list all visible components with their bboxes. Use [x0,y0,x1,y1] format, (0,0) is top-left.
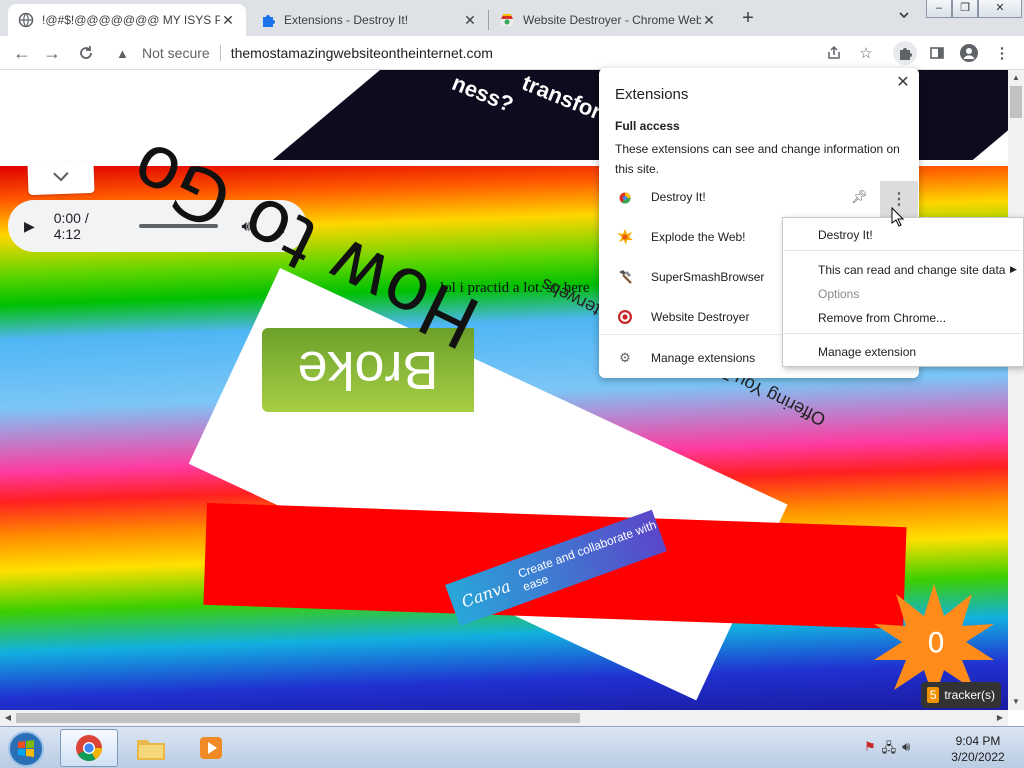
kebab-menu-icon[interactable]: ⋮ [990,41,1014,65]
new-tab-button[interactable]: + [737,7,759,29]
volume-icon[interactable]: 🔊︎ [902,739,910,761]
extensions-title: Extensions [615,86,689,103]
action-center-flag-icon[interactable]: ⚑ [864,739,876,761]
audio-time: 0:00 / 4:12 [53,210,89,242]
scroll-right-arrow-icon[interactable]: ▶ [992,710,1008,726]
tab-my-isys[interactable]: !@#$!@@@@@@@ MY ISYS PR ✕ [8,4,246,36]
forward-arrow-icon[interactable]: → [40,41,64,65]
context-menu-item-manage[interactable]: Manage extension [818,345,916,359]
minimize-button[interactable]: – [926,0,952,18]
extension-name: Website Destroyer [651,310,750,324]
globe-icon [18,12,34,28]
extension-name: SuperSmashBrowser [651,270,765,284]
system-tray: ⚑ 🖧︎ 🔊︎ [864,739,910,761]
tab-website-destroyer[interactable]: Website Destroyer - Chrome Web ✕ [489,4,727,36]
share-icon[interactable] [822,41,846,65]
scroll-thumb[interactable] [16,713,580,723]
address-bar[interactable]: ▲ Not secure themostamazingwebsiteonthei… [106,40,856,66]
close-window-button[interactable]: ✕ [978,0,1022,18]
folder-icon [137,740,165,760]
media-player-taskbar-button[interactable] [182,729,240,767]
extension-name: Explode the Web! [651,230,746,244]
network-icon[interactable]: 🖧︎ [882,739,897,761]
tracker-badge[interactable]: 5 tracker(s) [921,682,1001,708]
extension-context-menu: Destroy It! This can read and change sit… [782,217,1024,367]
scroll-thumb[interactable] [1010,86,1022,118]
divider [784,250,1022,251]
canva-logo: Canva [458,575,513,612]
tab-strip: !@#$!@@@@@@@ MY ISYS PR ✕ Extensions - D… [0,0,1024,36]
chrome-icon [76,735,103,762]
restore-button[interactable]: ❐ [952,0,978,18]
pin-icon[interactable]: 📌︎ [851,189,868,205]
target-icon [617,309,633,325]
side-panel-icon[interactable] [925,41,949,65]
window-controls: – ❐ ✕ [926,0,1022,18]
browser-toolbar: ← → ▲ Not secure themostamazingwebsiteon… [0,36,1024,70]
destroy-it-icon [617,189,633,205]
close-icon[interactable]: ✕ [893,73,913,93]
close-icon[interactable]: ✕ [701,12,717,28]
scroll-down-arrow-icon[interactable]: ▼ [1008,694,1024,710]
back-arrow-icon[interactable]: ← [10,41,34,65]
play-icon[interactable]: ▶ [24,218,42,235]
context-menu-item-remove[interactable]: Remove from Chrome... [818,311,946,325]
vertical-scrollbar[interactable]: ▲ ▼ [1008,70,1024,710]
tab-title: Website Destroyer - Chrome Web [523,13,701,27]
reload-icon[interactable] [74,41,98,65]
extension-item-destroy-it[interactable]: Destroy It! 📌︎ ⋮ [599,177,919,219]
warning-triangle-icon[interactable]: ▲ [116,46,132,61]
media-player-icon [200,737,222,759]
windows-start-button[interactable] [6,729,46,768]
context-menu-item-options: Options [818,287,860,301]
manage-extensions-label: Manage extensions [651,351,756,365]
hammer-icon [617,269,633,285]
close-icon[interactable]: ✕ [220,12,236,28]
submenu-arrow-icon: ▶ [1010,264,1017,274]
tab-title: !@#$!@@@@@@@ MY ISYS PR [42,13,220,27]
mouse-cursor-icon [891,207,905,227]
taskbar: ⚑ 🖧︎ 🔊︎ 9:04 PM 3/20/2022 [0,726,1024,768]
puzzle-piece-icon[interactable] [893,41,917,65]
chrome-web-store-icon [499,12,515,28]
puzzle-piece-icon [260,12,276,28]
section-description: These extensions can see and change info… [615,142,900,176]
star-icon[interactable]: ☆ [854,41,878,65]
tag-text: Broke [297,340,439,400]
security-label[interactable]: Not secure [142,45,210,61]
gear-icon: ⚙ [619,350,631,365]
extension-name: Destroy It! [651,190,706,204]
context-menu-item-site-access[interactable]: This can read and change site data [818,263,1005,277]
desktop: !@#$!@@@@@@@ MY ISYS PR ✕ Extensions - D… [0,0,1024,768]
explosion-icon [617,229,633,245]
divider [784,333,1022,334]
chrome-taskbar-button[interactable] [60,729,118,767]
divider [219,45,221,61]
counter-value: 0 [927,626,945,659]
taskbar-clock[interactable]: 9:04 PM 3/20/2022 [936,733,1020,765]
tab-title: Extensions - Destroy It! [284,13,409,27]
section-heading: Full access [615,119,680,133]
tracker-count: 5 [927,687,940,703]
close-icon[interactable]: ✕ [462,12,478,28]
profile-avatar-icon[interactable] [957,41,981,65]
url-text[interactable]: themostamazingwebsiteontheinternet.com [231,45,493,61]
scroll-left-arrow-icon[interactable]: ◀ [0,710,16,726]
chevron-down-icon[interactable] [894,8,914,28]
tracker-label: tracker(s) [944,688,995,702]
scroll-up-arrow-icon[interactable]: ▲ [1008,70,1024,86]
horizontal-scrollbar[interactable]: ◀ ▶ [0,710,1008,726]
clock-date: 3/20/2022 [951,750,1005,764]
file-explorer-taskbar-button[interactable] [122,729,180,767]
clock-time: 9:04 PM [955,734,1001,748]
context-menu-item-destroy-it[interactable]: Destroy It! [818,228,873,242]
tab-extensions[interactable]: Extensions - Destroy It! ✕ [250,4,488,36]
